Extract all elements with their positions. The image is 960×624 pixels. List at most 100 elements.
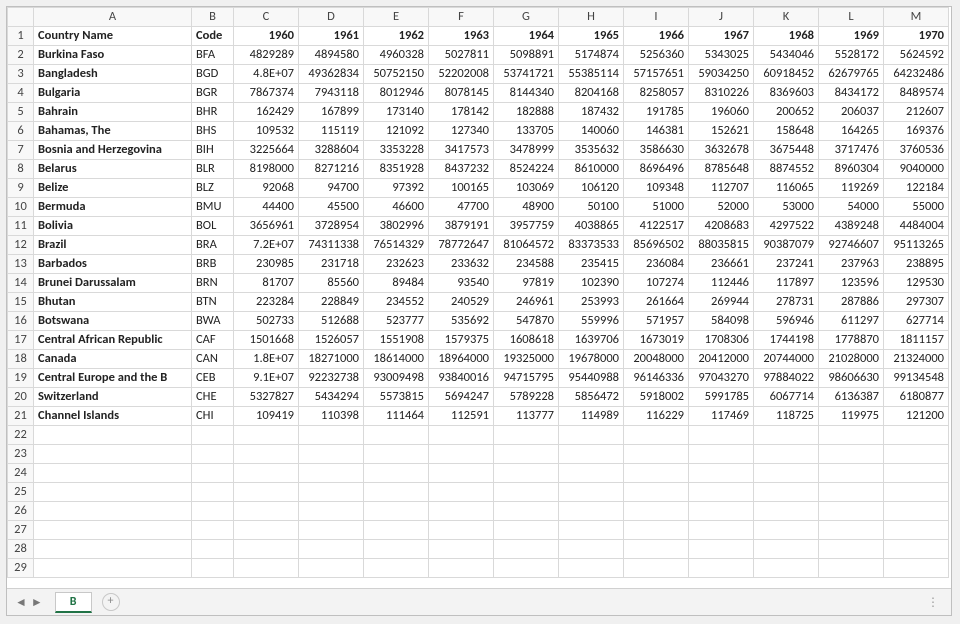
cell-value[interactable]: 5434046 bbox=[754, 46, 819, 65]
tab-nav-arrows[interactable]: ◄ ► bbox=[7, 595, 51, 610]
cell-value[interactable]: 182888 bbox=[494, 103, 559, 122]
cell-empty[interactable] bbox=[689, 464, 754, 483]
col-header-C[interactable]: C bbox=[234, 8, 299, 27]
cell-value[interactable]: 93840016 bbox=[429, 369, 494, 388]
cell-value[interactable]: 85560 bbox=[299, 274, 364, 293]
cell-country-name[interactable]: Bosnia and Herzegovina bbox=[34, 141, 192, 160]
cell-value[interactable]: 234552 bbox=[364, 293, 429, 312]
cell-value[interactable]: 119975 bbox=[819, 407, 884, 426]
cell-empty[interactable] bbox=[494, 483, 559, 502]
row-header-1[interactable]: 1 bbox=[8, 27, 34, 46]
cell-country-code[interactable]: BOL bbox=[192, 217, 234, 236]
cell-empty[interactable] bbox=[819, 445, 884, 464]
table-row[interactable]: 17Central African RepublicCAF15016681526… bbox=[8, 331, 949, 350]
cell-value[interactable]: 78772647 bbox=[429, 236, 494, 255]
cell-country-name[interactable]: Bangladesh bbox=[34, 65, 192, 84]
cell-value[interactable]: 3535632 bbox=[559, 141, 624, 160]
cell-empty[interactable] bbox=[624, 483, 689, 502]
cell-value[interactable]: 98606630 bbox=[819, 369, 884, 388]
tab-nav-next-icon[interactable]: ► bbox=[31, 595, 43, 610]
col-header-K[interactable]: K bbox=[754, 8, 819, 27]
col-header-B[interactable]: B bbox=[192, 8, 234, 27]
col-header-A[interactable]: A bbox=[34, 8, 192, 27]
cell-value[interactable]: 102390 bbox=[559, 274, 624, 293]
cell-country-name[interactable]: Switzerland bbox=[34, 388, 192, 407]
cell-value[interactable]: 3656961 bbox=[234, 217, 299, 236]
table-row-empty[interactable]: 23 bbox=[8, 445, 949, 464]
cell-empty[interactable] bbox=[429, 445, 494, 464]
cell-value[interactable]: 96146336 bbox=[624, 369, 689, 388]
cell-value[interactable]: 123596 bbox=[819, 274, 884, 293]
row-header-23[interactable]: 23 bbox=[8, 445, 34, 464]
cell-value[interactable]: 3717476 bbox=[819, 141, 884, 160]
col-header-E[interactable]: E bbox=[364, 8, 429, 27]
cell-value[interactable]: 48900 bbox=[494, 198, 559, 217]
cell-value[interactable]: 5789228 bbox=[494, 388, 559, 407]
cell-empty[interactable] bbox=[429, 502, 494, 521]
cell-empty[interactable] bbox=[192, 540, 234, 559]
cell-country-code[interactable]: BHS bbox=[192, 122, 234, 141]
cell-value[interactable]: 223284 bbox=[234, 293, 299, 312]
cell-value[interactable]: 235415 bbox=[559, 255, 624, 274]
cell-value[interactable]: 559996 bbox=[559, 312, 624, 331]
cell-country-code[interactable]: BFA bbox=[192, 46, 234, 65]
cell-country-name[interactable]: Belize bbox=[34, 179, 192, 198]
cell-value[interactable]: 97884022 bbox=[754, 369, 819, 388]
cell-value[interactable]: 93009498 bbox=[364, 369, 429, 388]
cell-value[interactable]: 3353228 bbox=[364, 141, 429, 160]
cell-empty[interactable] bbox=[624, 540, 689, 559]
cell-value[interactable]: 5343025 bbox=[689, 46, 754, 65]
cell-value[interactable]: 8437232 bbox=[429, 160, 494, 179]
row-header-4[interactable]: 4 bbox=[8, 84, 34, 103]
cell-value[interactable]: 236084 bbox=[624, 255, 689, 274]
cell-value[interactable]: 116065 bbox=[754, 179, 819, 198]
cell-value[interactable]: 94715795 bbox=[494, 369, 559, 388]
cell-value[interactable]: 627714 bbox=[884, 312, 949, 331]
table-row[interactable]: 15BhutanBTN22328422884923455224052924696… bbox=[8, 293, 949, 312]
cell-value[interactable]: 206037 bbox=[819, 103, 884, 122]
cell-value[interactable]: 8012946 bbox=[364, 84, 429, 103]
cell-empty[interactable] bbox=[34, 559, 192, 578]
cell-empty[interactable] bbox=[429, 540, 494, 559]
cell-value[interactable]: 55000 bbox=[884, 198, 949, 217]
cell-value[interactable]: 83373533 bbox=[559, 236, 624, 255]
cell-empty[interactable] bbox=[559, 540, 624, 559]
cell-value[interactable]: 3478999 bbox=[494, 141, 559, 160]
cell-country-code[interactable]: BWA bbox=[192, 312, 234, 331]
table-row[interactable]: 8BelarusBLR81980008271216835192884372328… bbox=[8, 160, 949, 179]
cell-value[interactable]: 112446 bbox=[689, 274, 754, 293]
cell-empty[interactable] bbox=[884, 502, 949, 521]
cell-empty[interactable] bbox=[884, 483, 949, 502]
cell-value[interactable]: 8785648 bbox=[689, 160, 754, 179]
cell-value[interactable]: 97043270 bbox=[689, 369, 754, 388]
cell-value[interactable]: 97392 bbox=[364, 179, 429, 198]
row-header-26[interactable]: 26 bbox=[8, 502, 34, 521]
cell-empty[interactable] bbox=[689, 445, 754, 464]
cell-empty[interactable] bbox=[234, 483, 299, 502]
table-row-empty[interactable]: 29 bbox=[8, 559, 949, 578]
cell-country-code[interactable]: BMU bbox=[192, 198, 234, 217]
cell-value[interactable]: 8310226 bbox=[689, 84, 754, 103]
cell-empty[interactable] bbox=[192, 445, 234, 464]
cell-empty[interactable] bbox=[364, 540, 429, 559]
cell-value[interactable]: 8369603 bbox=[754, 84, 819, 103]
cell-empty[interactable] bbox=[234, 559, 299, 578]
cell-empty[interactable] bbox=[429, 426, 494, 445]
cell-empty[interactable] bbox=[234, 426, 299, 445]
cell-empty[interactable] bbox=[819, 540, 884, 559]
row-header-13[interactable]: 13 bbox=[8, 255, 34, 274]
cell-value[interactable]: 93540 bbox=[429, 274, 494, 293]
cell-year-1964[interactable]: 1964 bbox=[494, 27, 559, 46]
table-row[interactable]: 13BarbadosBRB230985231718232623233632234… bbox=[8, 255, 949, 274]
cell-empty[interactable] bbox=[819, 483, 884, 502]
cell-value[interactable]: 18964000 bbox=[429, 350, 494, 369]
cell-value[interactable]: 97819 bbox=[494, 274, 559, 293]
cell-value[interactable]: 114989 bbox=[559, 407, 624, 426]
cell-empty[interactable] bbox=[494, 521, 559, 540]
row-header-19[interactable]: 19 bbox=[8, 369, 34, 388]
cell-empty[interactable] bbox=[689, 483, 754, 502]
cell-value[interactable]: 109532 bbox=[234, 122, 299, 141]
cell-empty[interactable] bbox=[884, 426, 949, 445]
cell-value[interactable]: 162429 bbox=[234, 103, 299, 122]
table-row-empty[interactable]: 25 bbox=[8, 483, 949, 502]
